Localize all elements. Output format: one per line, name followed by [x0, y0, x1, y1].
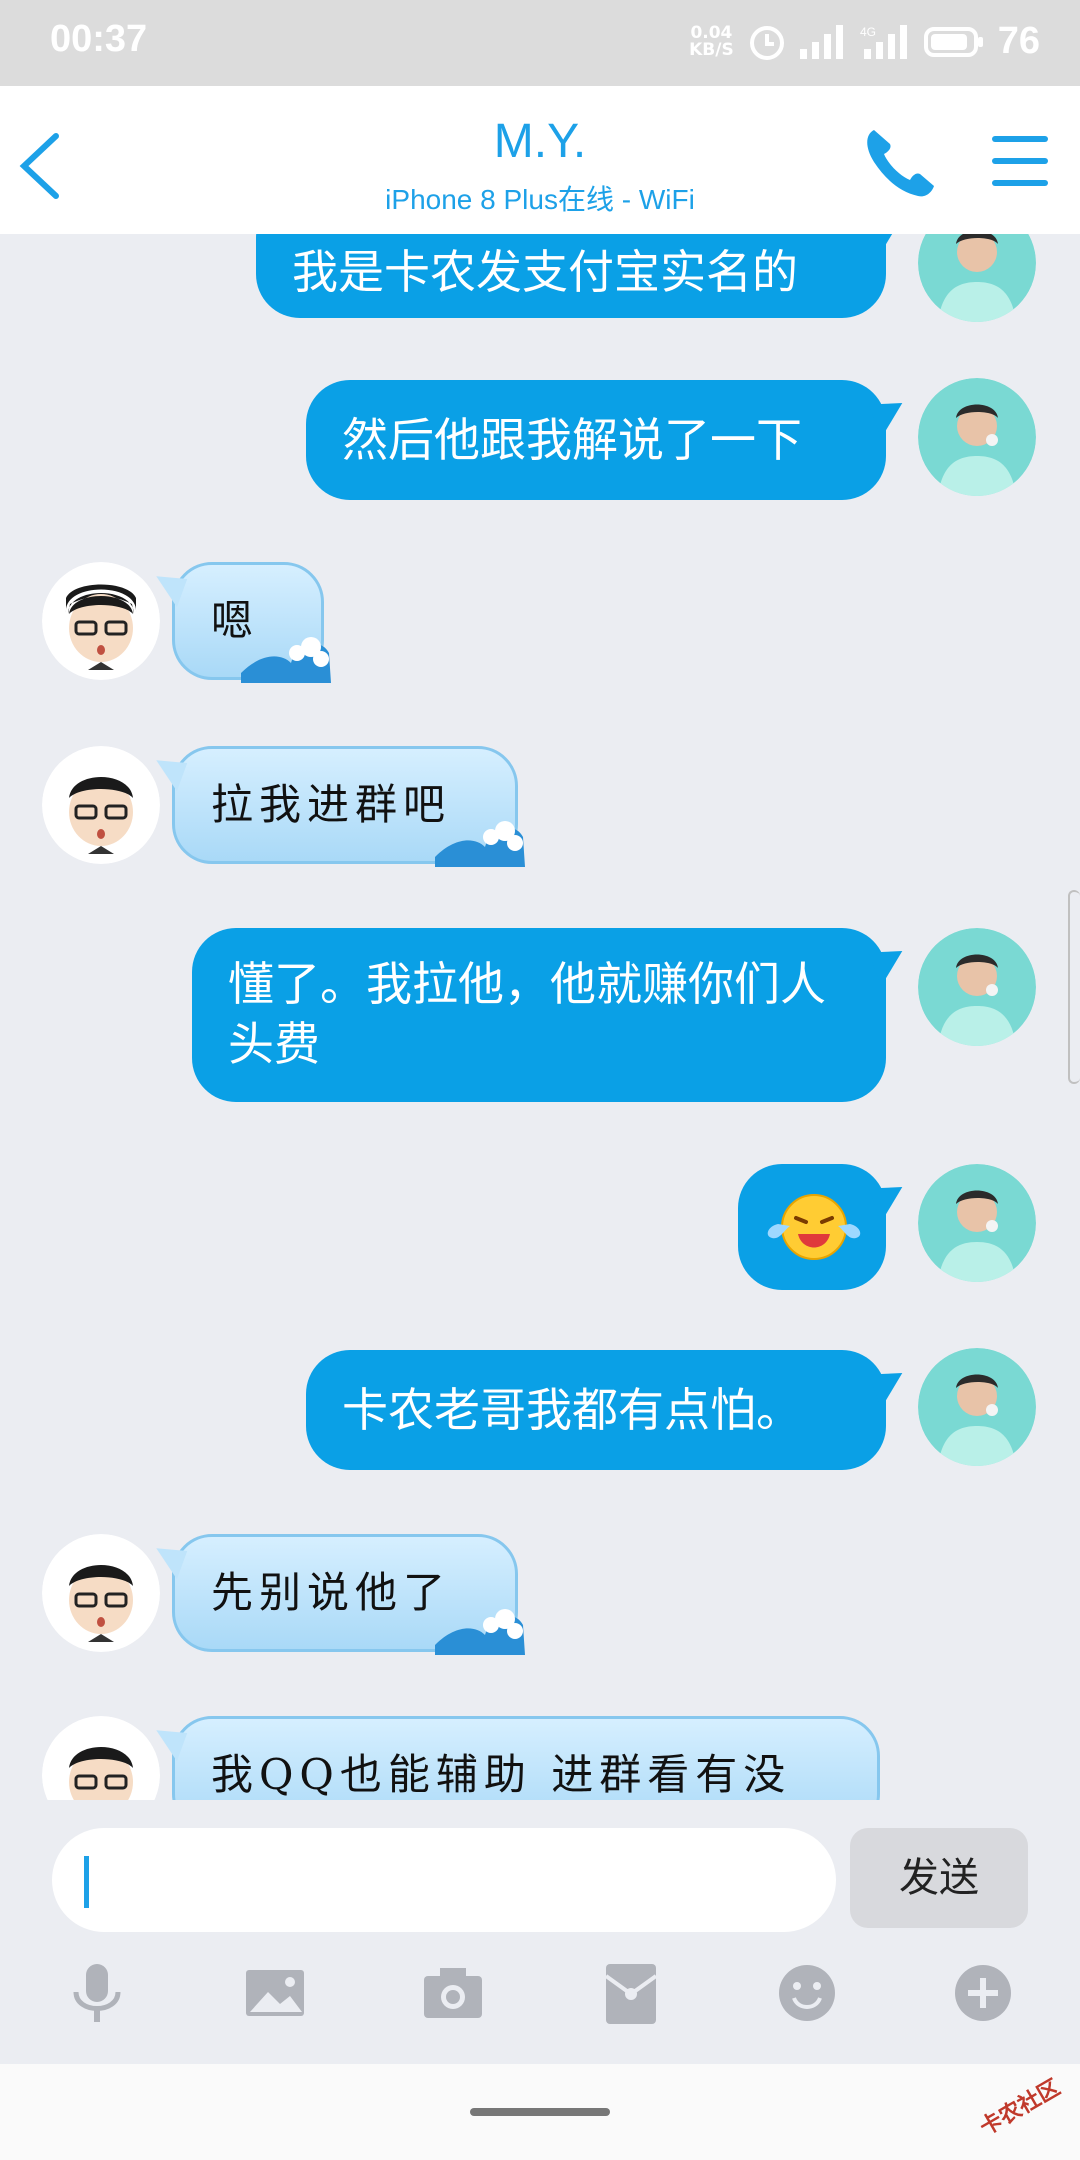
svg-text:4G: 4G — [860, 25, 876, 39]
my-avatar[interactable] — [918, 928, 1036, 1046]
signal-icon — [799, 24, 843, 59]
my-avatar[interactable] — [918, 234, 1036, 322]
send-button[interactable]: 发送 — [850, 1828, 1028, 1928]
signal-4g-icon: 4G — [860, 24, 907, 59]
scrollbar[interactable] — [1068, 890, 1080, 1084]
battery-icon — [923, 26, 983, 57]
network-speed: 0.04 KB/S — [689, 22, 734, 60]
status-time: 00:37 — [50, 18, 148, 60]
message-bubble-sent[interactable]: 然后他跟我解说了一下 — [306, 380, 886, 500]
menu-icon[interactable] — [990, 130, 1052, 192]
alarm-icon — [749, 25, 784, 60]
chat-header: M.Y. iPhone 8 Plus在线 - WiFi — [0, 86, 1080, 234]
text-caret — [84, 1856, 89, 1908]
message-bubble-sent[interactable]: 我是卡农发支付宝实名的 — [256, 234, 886, 318]
chat-area[interactable]: 我是卡农发支付宝实名的 然后他跟我解说了一下 嗯 拉我进群吧 懂了。我拉他，他就… — [0, 234, 1080, 1800]
microphone-icon[interactable] — [62, 1958, 132, 2028]
home-indicator[interactable] — [470, 2108, 610, 2116]
status-icons: 0.04 KB/S 4G 76 — [689, 20, 1040, 63]
plus-icon[interactable] — [948, 1958, 1018, 2028]
my-avatar[interactable] — [918, 1348, 1036, 1466]
message-bubble-sent[interactable]: 懂了。我拉他，他就赚你们人头费 — [192, 928, 886, 1102]
toolbar — [0, 1958, 1080, 2048]
message-input[interactable] — [52, 1828, 836, 1932]
contact-avatar[interactable] — [42, 562, 160, 680]
message-bubble-sent[interactable] — [738, 1164, 886, 1290]
laughing-crying-emoji-icon — [767, 1194, 861, 1260]
emoji-icon[interactable] — [772, 1958, 842, 2028]
message-bubble-sent[interactable]: 卡农老哥我都有点怕。 — [306, 1350, 886, 1470]
my-avatar[interactable] — [918, 378, 1036, 496]
wave-decoration-icon — [435, 1609, 525, 1655]
message-bubble-received[interactable]: 先别说他了 — [172, 1534, 525, 1655]
contact-avatar[interactable] — [42, 1716, 160, 1800]
contact-avatar[interactable] — [42, 1534, 160, 1652]
contact-avatar[interactable] — [42, 746, 160, 864]
status-bar: 00:37 0.04 KB/S 4G 76 — [0, 0, 1080, 86]
wave-decoration-icon — [435, 821, 525, 867]
navigation-bar — [0, 2064, 1080, 2160]
battery-level: 76 — [997, 20, 1040, 62]
phone-icon[interactable] — [860, 122, 940, 202]
message-bubble-received[interactable]: 我QQ也能辅助 进群看有没 — [172, 1716, 880, 1800]
image-icon[interactable] — [240, 1958, 310, 2028]
my-avatar[interactable] — [918, 1164, 1036, 1282]
message-bubble-received[interactable]: 拉我进群吧 — [172, 746, 525, 867]
camera-icon[interactable] — [418, 1958, 488, 2028]
wave-decoration-icon — [241, 637, 331, 683]
red-packet-icon[interactable] — [596, 1958, 666, 2028]
message-bubble-received[interactable]: 嗯 — [172, 562, 331, 683]
